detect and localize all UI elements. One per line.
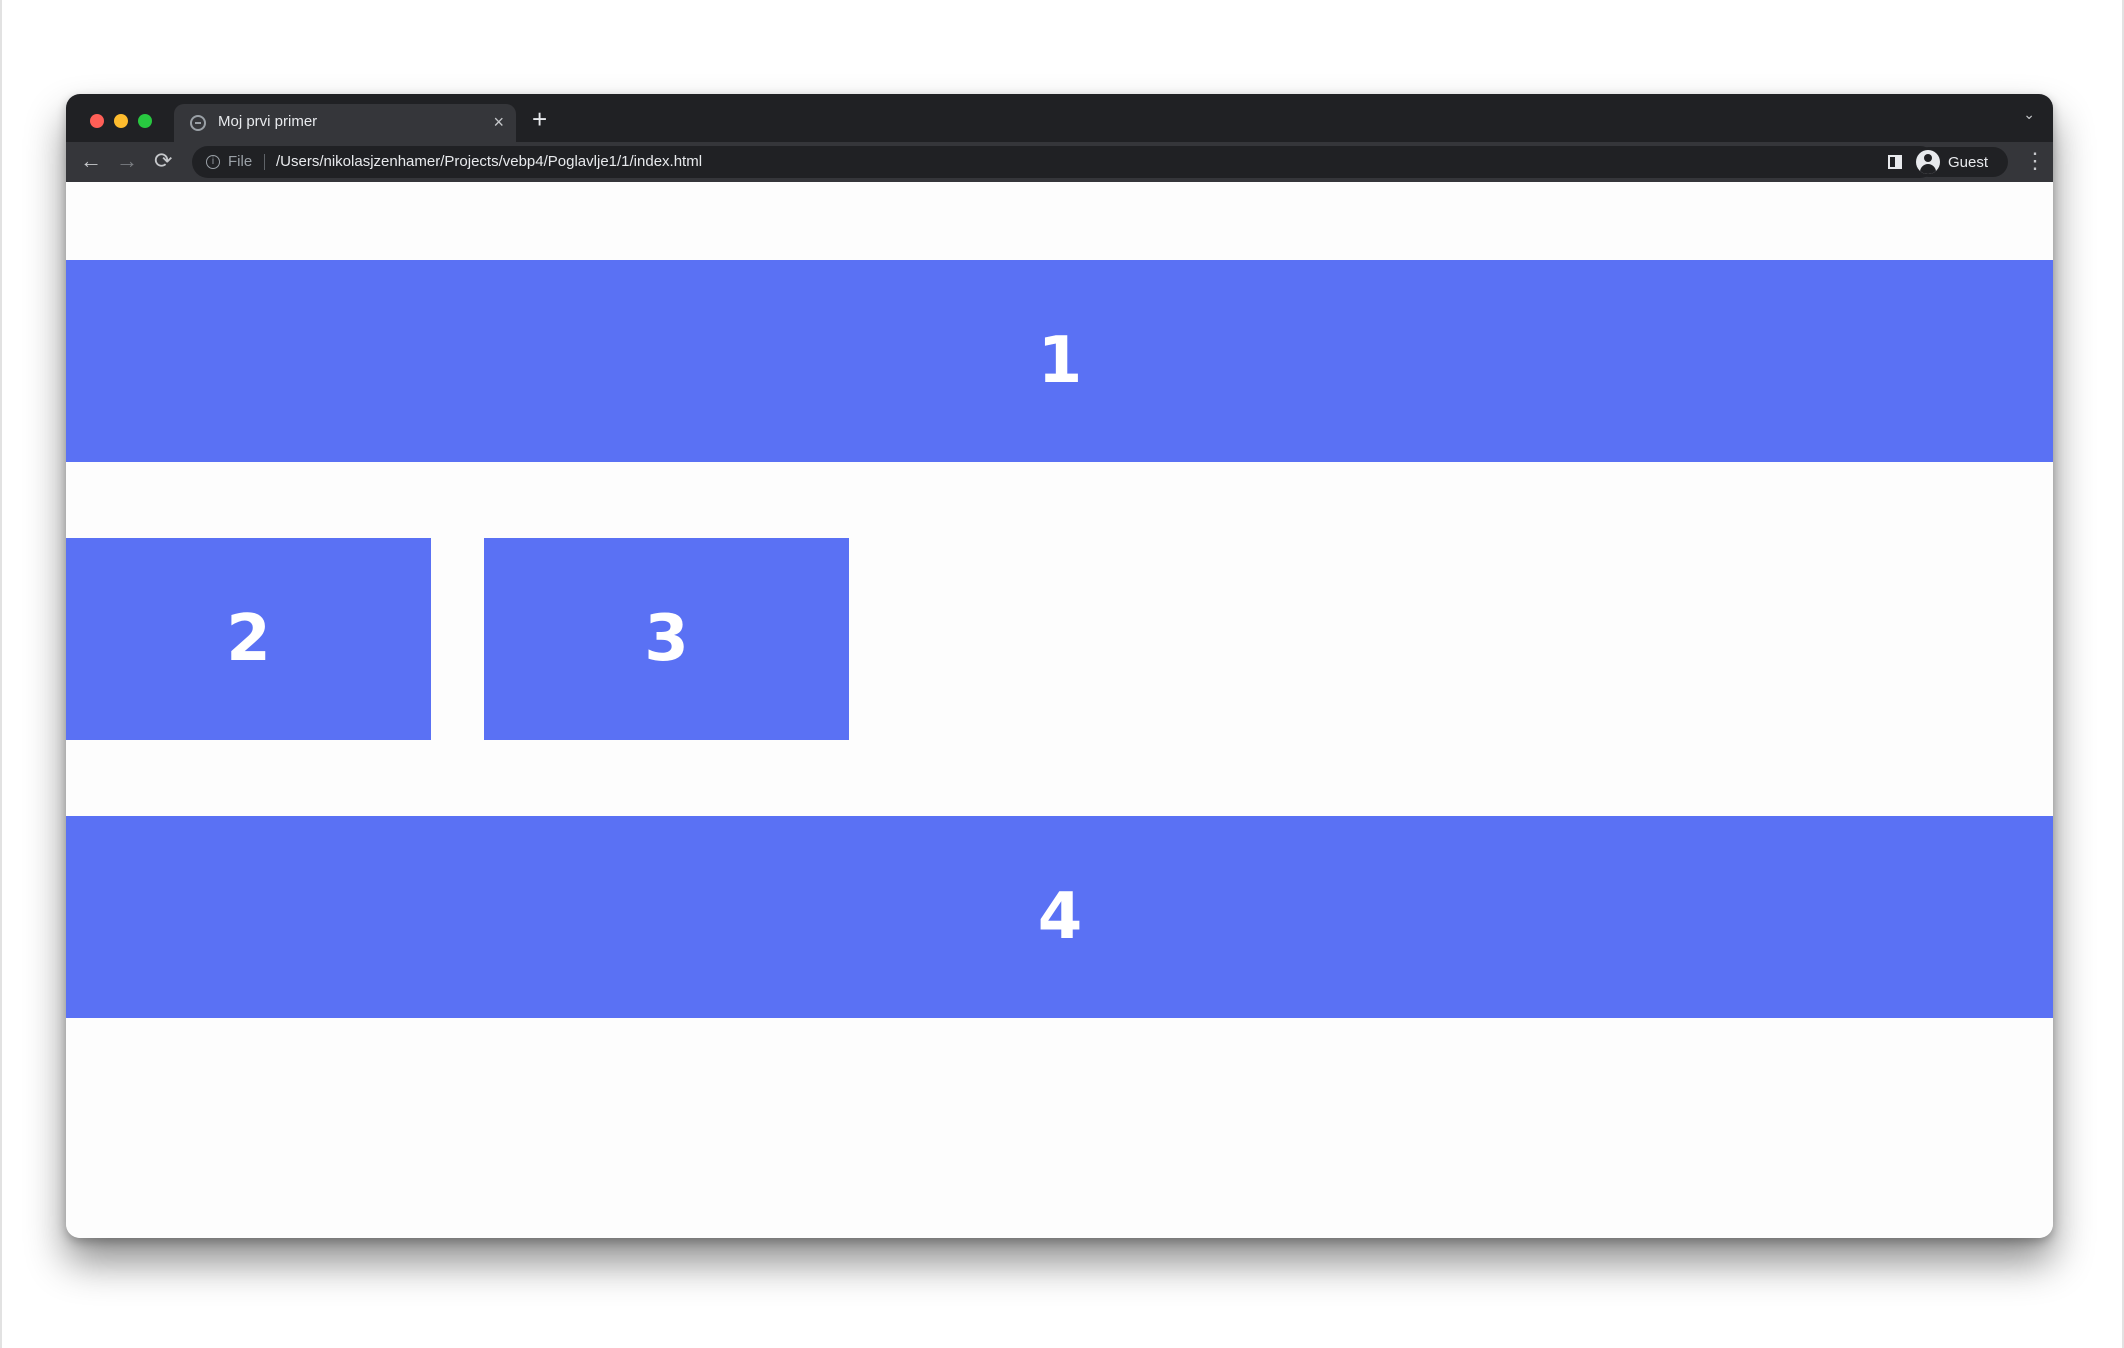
address-divider	[264, 154, 265, 170]
tab-search-button[interactable]: ⌄	[2023, 106, 2035, 123]
avatar-icon	[1916, 150, 1940, 174]
address-bar[interactable]: i File /Users/nikolasjzenhamer/Projects/…	[192, 146, 1936, 178]
scheme-label: File	[228, 153, 253, 170]
back-button[interactable]: ←	[80, 148, 102, 174]
info-icon[interactable]: i	[206, 155, 220, 169]
toolbar: ← → ⟳ i File /Users/nikolasjzenhamer/Pro…	[66, 142, 2053, 182]
forward-button[interactable]: →	[116, 148, 138, 174]
side-panel-icon[interactable]	[1888, 155, 1902, 169]
new-tab-button[interactable]: +	[532, 106, 547, 132]
globe-icon	[190, 115, 206, 131]
url-text[interactable]: /Users/nikolasjzenhamer/Projects/vebp4/P…	[276, 153, 702, 170]
maximize-window-button[interactable]	[138, 114, 152, 128]
page-viewport: 1 2 3 4	[66, 182, 2053, 1238]
tab-title: Moj prvi primer	[218, 113, 318, 130]
reload-button[interactable]: ⟳	[154, 148, 172, 174]
box-2: 2	[66, 538, 431, 740]
close-window-button[interactable]	[90, 114, 104, 128]
browser-menu-button[interactable]: ⋮	[2024, 148, 2046, 174]
profile-button[interactable]: Guest	[1914, 147, 2008, 177]
tab-moj-prvi-primer[interactable]: Moj prvi primer ×	[174, 104, 516, 142]
box-4: 4	[66, 816, 2053, 1018]
minimize-window-button[interactable]	[114, 114, 128, 128]
box-1: 1	[66, 260, 2053, 462]
tab-close-button[interactable]: ×	[493, 111, 504, 133]
tab-strip: Moj prvi primer × + ⌄	[66, 94, 2053, 142]
box-3: 3	[484, 538, 849, 740]
browser-window: Moj prvi primer × + ⌄ ← → ⟳ i File /User…	[66, 94, 2053, 1238]
profile-name: Guest	[1948, 154, 1989, 171]
